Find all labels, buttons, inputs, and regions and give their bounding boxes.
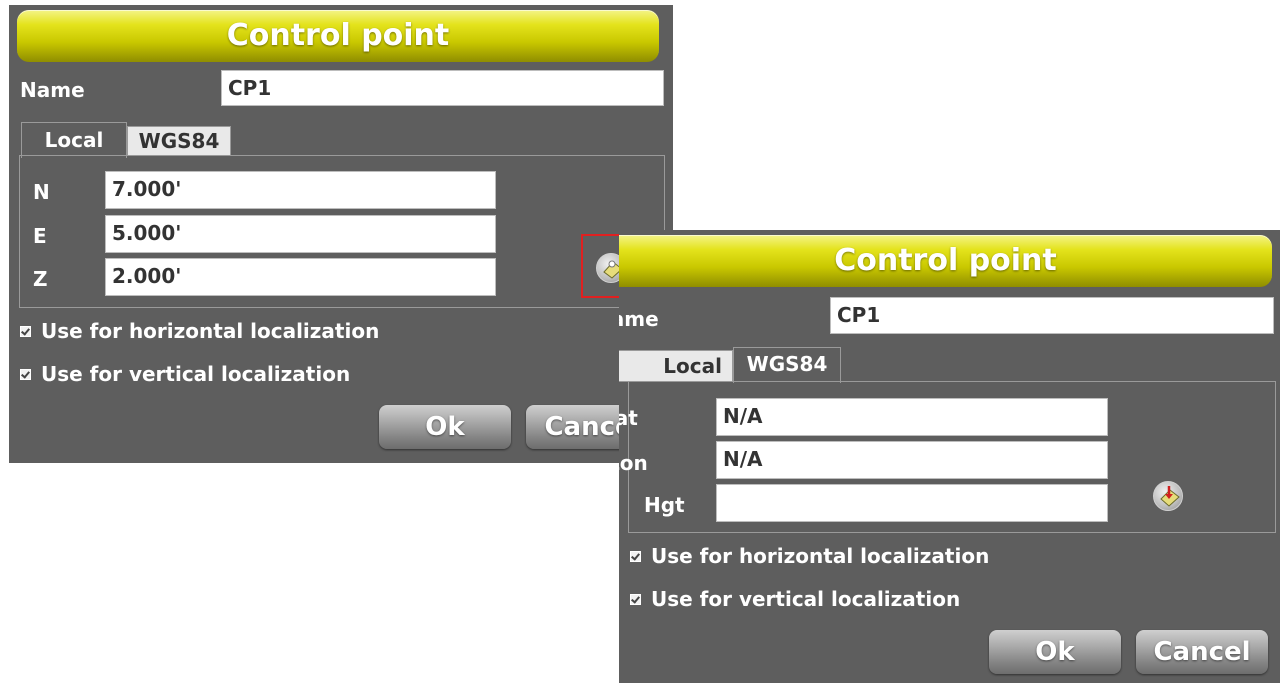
checkbox-checked-icon[interactable]: [20, 325, 31, 337]
cancel-button[interactable]: Cancel: [1136, 630, 1268, 674]
tab-wgs84[interactable]: WGS84: [733, 347, 841, 383]
coord-label-lat: Lat: [619, 406, 638, 430]
checkbox-checked-icon[interactable]: [630, 593, 641, 605]
name-input[interactable]: CP1: [221, 70, 664, 106]
horizontal-localization-checkbox[interactable]: Use for horizontal localization: [20, 319, 379, 343]
coord-label-z: Z: [33, 267, 48, 291]
coord-input-z[interactable]: 2.000': [105, 258, 496, 296]
coord-label-hgt: Hgt: [644, 493, 685, 517]
measure-point-icon[interactable]: [1153, 481, 1183, 511]
checkbox-label: Use for vertical localization: [651, 587, 961, 611]
coord-input-n[interactable]: 7.000': [105, 171, 496, 209]
horizontal-localization-checkbox[interactable]: Use for horizontal localization: [630, 544, 989, 568]
coord-label-e: E: [33, 224, 47, 248]
coord-input-hgt[interactable]: [716, 484, 1108, 522]
name-input[interactable]: CP1: [830, 297, 1274, 334]
vertical-localization-checkbox[interactable]: Use for vertical localization: [630, 587, 960, 611]
checkbox-label: Use for horizontal localization: [41, 319, 380, 343]
name-label: Name: [20, 78, 85, 102]
checkbox-label: Use for horizontal localization: [651, 544, 990, 568]
coord-label-n: N: [33, 180, 50, 204]
tab-wgs84[interactable]: WGS84: [127, 126, 231, 156]
coord-input-lon[interactable]: N/A: [716, 441, 1108, 479]
checkbox-label: Use for vertical localization: [41, 362, 351, 386]
coord-input-e[interactable]: 5.000': [105, 215, 496, 253]
coord-label-lon: Lon: [619, 451, 648, 475]
tab-local[interactable]: Local: [619, 350, 733, 382]
vertical-localization-checkbox[interactable]: Use for vertical localization: [20, 362, 350, 386]
checkbox-checked-icon[interactable]: [20, 368, 31, 380]
coord-input-lat[interactable]: N/A: [716, 398, 1108, 436]
control-point-dialog-local: Control point Name CP1 Local WGS84 N 7.0…: [9, 5, 673, 463]
dialog-title: Control point: [17, 10, 659, 62]
name-label: Name: [619, 307, 659, 331]
ok-button[interactable]: Ok: [989, 630, 1121, 674]
control-point-dialog-wgs84: Control point Name CP1 Local WGS84 Lat N…: [619, 230, 1280, 683]
tab-local[interactable]: Local: [21, 122, 127, 158]
ok-button[interactable]: Ok: [379, 405, 511, 449]
checkbox-checked-icon[interactable]: [630, 550, 641, 562]
dialog-title: Control point: [619, 235, 1272, 287]
